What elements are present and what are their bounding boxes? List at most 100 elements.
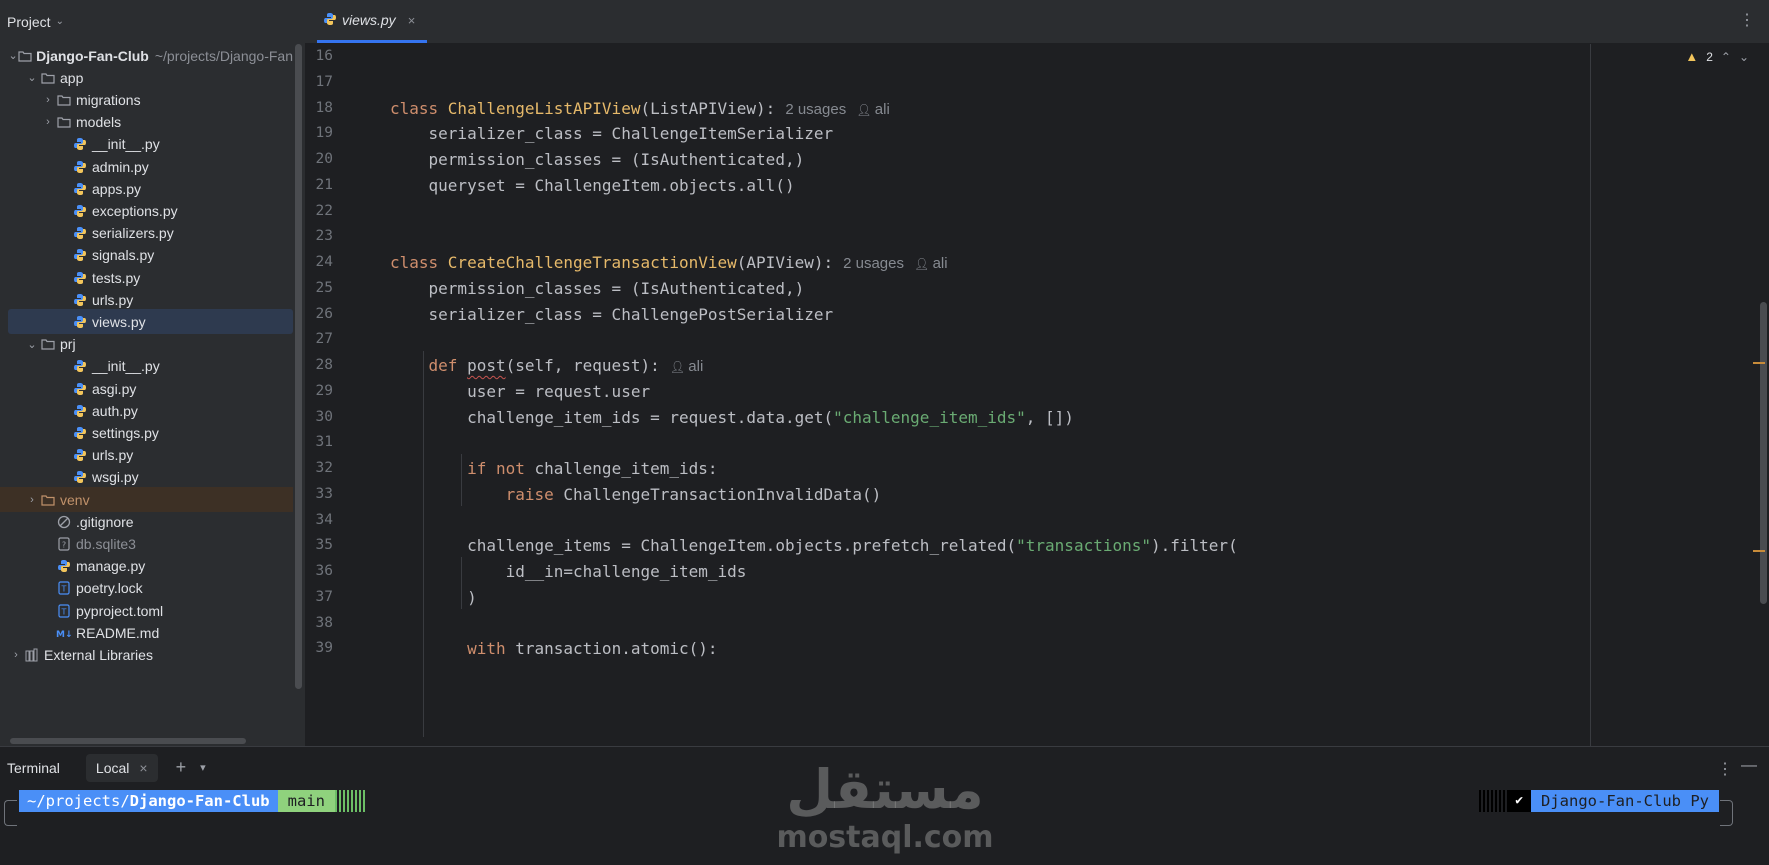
python-file-icon [323, 12, 337, 29]
svg-text:?: ? [62, 540, 66, 549]
warning-stripe-marker[interactable] [1753, 362, 1765, 364]
python-file-icon [72, 247, 88, 263]
add-terminal-icon[interactable]: + [176, 757, 187, 778]
more-vertical-icon[interactable]: ⋮ [1739, 10, 1755, 30]
folder-icon [40, 336, 56, 352]
line-number: 28 [315, 357, 333, 373]
code-line[interactable]: id__in=challenge_item_ids [390, 557, 747, 586]
indent-guide [461, 454, 462, 506]
tab-views-py[interactable]: views.py × [317, 0, 427, 43]
code-keyword: with [467, 639, 516, 659]
gitignore-icon [56, 514, 72, 530]
terminal-tab-local[interactable]: Local × [85, 753, 158, 782]
project-title: Project [7, 13, 51, 30]
warning-stripe-marker[interactable] [1753, 550, 1765, 552]
code-line[interactable]: raise ChallengeTransactionInvalidData() [390, 480, 882, 509]
code-line[interactable]: def post(self, request): 👤︎ ali [390, 351, 704, 380]
tree-item-label: settings.py [92, 424, 159, 441]
code-editor[interactable]: 16 17 18 19 20 21 22 23 24 25 26 27 28 29 30 31 32 33 34 35… [305, 44, 1769, 746]
chevron-right-icon[interactable]: › [40, 94, 56, 106]
editor-vertical-scrollbar[interactable] [1760, 302, 1767, 604]
tree-item-label: serializers.py [92, 225, 174, 242]
chevron-down-icon[interactable]: ⌄ [8, 49, 18, 62]
tree-item-label: poetry.lock [76, 580, 143, 597]
code-text: serializer_class = ChallengeItemSerializ… [390, 124, 834, 144]
tree-item-label: auth.py [92, 402, 138, 419]
line-number: 31 [315, 434, 333, 451]
more-vertical-icon[interactable]: ⋮ [1717, 759, 1733, 779]
usages-hint[interactable]: 2 usages [785, 101, 846, 118]
usages-hint[interactable]: 2 usages [843, 255, 904, 272]
tree-vertical-scrollbar[interactable] [295, 44, 302, 689]
code-line[interactable]: serializer_class = ChallengePostSerializ… [390, 300, 834, 329]
inspection-widget[interactable]: ▲ 2 ⌃ ⌄ [1685, 49, 1749, 64]
code-text: (APIView): [736, 253, 834, 272]
author-name: ali [932, 255, 948, 272]
user-icon: 👤︎ [669, 360, 689, 374]
code-line[interactable]: user = request.user [390, 377, 650, 406]
tree-item-label: signals.py [92, 247, 155, 264]
code-class-name: CreateChallengeTransactionView [447, 253, 737, 272]
chevron-right-icon[interactable]: › [40, 116, 56, 128]
code-text: challenge_item_ids = request.data.get( [390, 407, 834, 427]
code-text: (self, request): [505, 356, 660, 375]
code-line[interactable]: class CreateChallengeTransactionView(API… [390, 248, 948, 277]
tree-item-label: External Libraries [44, 646, 153, 663]
warning-icon: ▲ [1685, 49, 1699, 64]
code-line[interactable]: challenge_items = ChallengeItem.objects.… [390, 531, 1238, 560]
code-line[interactable]: ) [390, 583, 477, 612]
code-text: serializer_class = ChallengePostSerializ… [390, 304, 834, 324]
tree-item-label: urls.py [92, 291, 134, 308]
code-line[interactable]: with transaction.atomic(): [390, 634, 717, 663]
tree-item-label: __init__.py [92, 358, 160, 375]
chevron-down-icon[interactable]: ▾ [200, 761, 206, 774]
code-line[interactable]: if not challenge_item_ids: [390, 454, 717, 483]
tab-label: views.py [342, 12, 396, 28]
line-number: 19 [315, 125, 333, 142]
tree-item-label: tests.py [92, 269, 141, 286]
chevron-up-icon[interactable]: ⌃ [1721, 50, 1731, 64]
shell-right-prompt: ✔ Django-Fan-Club Py [1477, 790, 1719, 812]
line-number-gutter: 16 17 18 19 20 21 22 23 24 25 26 27 28 29 30 31 32 33 34 35… [305, 44, 387, 746]
markdown-file-icon: M↓ [56, 625, 72, 641]
code-line[interactable]: queryset = ChallengeItem.objects.all() [390, 171, 795, 200]
code-keyword: raise [505, 484, 564, 504]
prompt-env: Django-Fan-Club Py [1531, 790, 1719, 812]
author-hint[interactable]: 👤︎ ali [670, 358, 704, 375]
excluded-folder-icon [40, 492, 56, 508]
author-hint[interactable]: 👤︎ ali [914, 255, 948, 272]
code-line[interactable]: permission_classes = (IsAuthenticated,) [390, 145, 805, 174]
chevron-down-icon[interactable]: ⌄ [24, 71, 40, 84]
prompt-path: ~/projects/Django-Fan-Club [19, 790, 278, 812]
close-icon[interactable]: × [139, 760, 147, 776]
chevron-down-icon[interactable]: ⌄ [24, 338, 40, 351]
code-line[interactable]: class ChallengeListAPIView(ListAPIView):… [390, 94, 890, 123]
chevron-right-icon[interactable]: › [24, 494, 40, 506]
code-text: , []) [1025, 407, 1074, 427]
author-hint[interactable]: 👤︎ ali [856, 101, 890, 118]
line-number: 17 [315, 73, 333, 90]
shell-prompt: ~/projects/Django-Fan-Club main [19, 790, 365, 812]
tab-close-icon[interactable]: × [408, 13, 416, 28]
tree-item-label: wsgi.py [92, 469, 139, 486]
code-line[interactable]: challenge_item_ids = request.data.get("c… [390, 403, 1074, 432]
code-keyword: class [390, 98, 448, 118]
chevron-right-icon[interactable]: › [8, 649, 24, 661]
project-view-selector[interactable]: Project ⌄ [0, 0, 305, 43]
python-file-icon [72, 203, 88, 219]
code-line[interactable]: serializer_class = ChallengeItemSerializ… [390, 119, 834, 148]
code-text: challenge_items = ChallengeItem.objects.… [390, 536, 1017, 556]
code-string: "transactions" [1016, 536, 1151, 556]
chevron-down-icon: ⌄ [55, 16, 64, 27]
tree-horizontal-scrollbar[interactable] [10, 738, 246, 744]
minimize-icon[interactable]: — [1741, 757, 1757, 775]
tree-item-external-libraries[interactable]: › External Libraries [8, 642, 293, 667]
code-area[interactable]: class ChallengeListAPIView(ListAPIView):… [390, 44, 1589, 746]
code-line[interactable]: permission_classes = (IsAuthenticated,) [390, 274, 805, 303]
prompt-git-branch: main [277, 790, 335, 812]
user-icon: 👤︎ [856, 102, 875, 117]
chevron-down-icon[interactable]: ⌄ [1739, 50, 1749, 64]
tree-item-label: app [60, 69, 84, 86]
python-file-icon [72, 292, 88, 308]
